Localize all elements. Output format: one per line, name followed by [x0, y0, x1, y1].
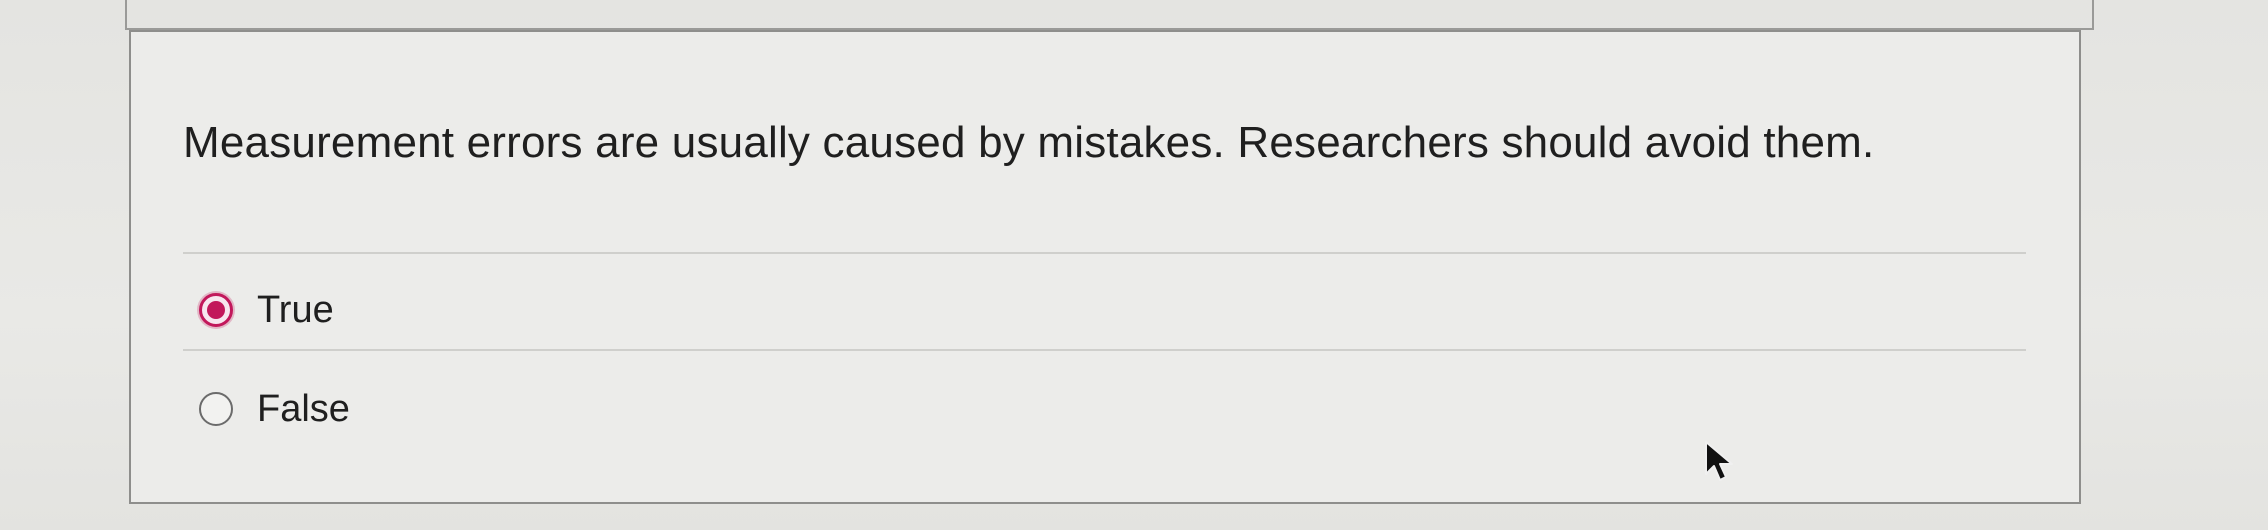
option-false[interactable]: False: [199, 383, 350, 435]
option-false-label: False: [257, 387, 350, 430]
radio-true[interactable]: [199, 293, 233, 327]
page-background: Measurement errors are usually caused by…: [0, 0, 2268, 530]
question-text: Measurement errors are usually caused by…: [183, 118, 1875, 167]
option-divider: [183, 349, 2026, 351]
option-true[interactable]: True: [199, 284, 334, 336]
mouse-pointer-icon: [1705, 441, 1733, 481]
previous-question-card-edge: [125, 0, 2094, 30]
question-card: [129, 30, 2081, 504]
option-divider: [183, 252, 2026, 254]
radio-false[interactable]: [199, 392, 233, 426]
option-true-label: True: [257, 288, 334, 331]
